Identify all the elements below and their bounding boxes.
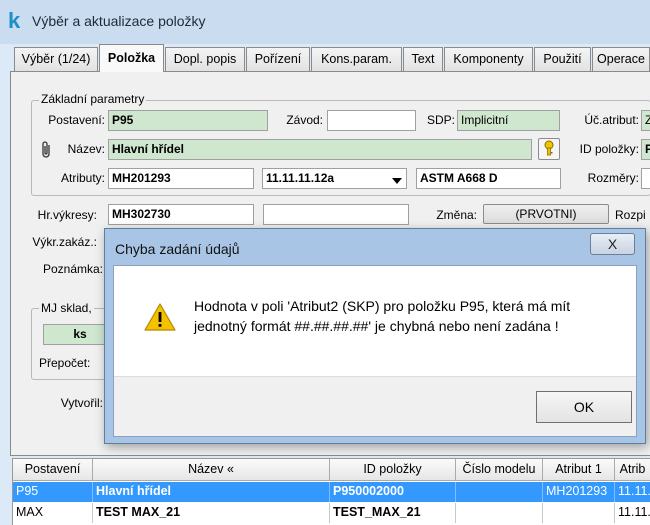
rozmery-field[interactable] [641, 168, 650, 189]
basic-params-title: Základní parametry [39, 92, 147, 106]
dialog-title: Chyba zadání údajů [115, 241, 240, 257]
close-button[interactable]: X [590, 233, 635, 255]
id-polozky-field[interactable]: P [641, 139, 650, 160]
window-title: Výběr a aktualizace položky [32, 13, 206, 29]
ok-button[interactable]: OK [536, 391, 632, 423]
nazev-label: Název: [67, 142, 105, 156]
id-polozky-label: ID položky: [579, 142, 639, 156]
zmena-button[interactable]: (PRVOTNI) [483, 204, 609, 224]
hr-vykresy-field[interactable]: MH302730 [108, 204, 254, 225]
rozmery-label: Rozměry: [587, 171, 639, 185]
column-header-cislo-modelu[interactable]: Číslo modelu [456, 459, 543, 481]
table-cell [456, 503, 543, 523]
tab-kons-param[interactable]: Kons.param. [311, 47, 402, 71]
mj-group-title: MJ sklad, [39, 301, 94, 315]
atribut2-value: 11.11.11.12a [266, 171, 335, 185]
zmena-label: Změna: [436, 208, 477, 222]
table-cell: MH201293 [543, 482, 615, 502]
table-cell: P950002000 [330, 482, 456, 502]
tab-vyber[interactable]: Výběr (1/24) [14, 47, 98, 71]
tab-komponenty[interactable]: Komponenty [444, 47, 533, 71]
table-cell: Hlavní hřídel [93, 482, 330, 502]
column-header-postaveni[interactable]: Postavení [13, 459, 93, 481]
rozpis-label: Rozpi [615, 208, 646, 222]
tab-pouziti[interactable]: Použití [534, 47, 591, 71]
dialog-message-line-1: Hodnota v poli 'Atribut2 (SKP) pro polož… [194, 298, 571, 314]
uc-atribut-field[interactable]: Z [641, 110, 650, 131]
column-header-atribut1[interactable]: Atribut 1 [543, 459, 615, 481]
dialog-body: Hodnota v poli 'Atribut2 (SKP) pro polož… [113, 265, 637, 437]
column-header-atribut2[interactable]: Atrib [615, 459, 650, 481]
table-cell: TEST_MAX_21 [330, 503, 456, 523]
nazev-field[interactable]: Hlavní hřídel [108, 139, 532, 160]
sdp-label: SDP: [426, 113, 455, 127]
table-cell: 11.11. [615, 482, 650, 502]
table-cell: 11.11. [615, 503, 650, 523]
postaveni-field[interactable]: P95 [108, 110, 268, 131]
close-icon: X [607, 236, 618, 252]
sdp-field[interactable]: Implicitní [457, 110, 560, 131]
tab-polozka[interactable]: Položka [99, 44, 164, 72]
postaveni-label: Postavení: [48, 113, 105, 127]
uc-atribut-label: Úč.atribut: [584, 113, 639, 127]
tab-text[interactable]: Text [403, 47, 443, 71]
atribut2-select[interactable]: 11.11.11.12a [262, 168, 407, 189]
dialog-footer: OK [114, 376, 636, 436]
table-cell [456, 482, 543, 502]
table-cell: P95 [13, 482, 93, 502]
key-lookup-icon[interactable] [538, 138, 560, 160]
vykr-zakaz-label: Výkr.zakáz.: [32, 235, 97, 249]
hr-vykresy-field-2[interactable] [263, 204, 409, 225]
table-cell [543, 503, 615, 523]
dialog-message-line-2: jednotný formát ##.##.##.##' je chybná n… [194, 318, 559, 334]
zavod-label: Závod: [286, 113, 323, 127]
tab-operace[interactable]: Operace [592, 47, 650, 71]
table-row[interactable]: P95 Hlavní hřídel P950002000 MH201293 11… [13, 482, 650, 502]
tab-porizeni[interactable]: Pořízení [246, 47, 310, 71]
table-cell: TEST MAX_21 [93, 503, 330, 523]
vytvoril-label: Vytvořil: [60, 396, 103, 410]
error-dialog: Chyba zadání údajů X Hodnota v poli 'Atr… [104, 228, 646, 444]
hr-vykresy-label: Hr.výkresy: [37, 208, 97, 222]
chevron-down-icon[interactable] [392, 174, 402, 188]
table-cell: MAX [13, 503, 93, 523]
items-table: Postavení Název « ID položky Číslo model… [12, 458, 650, 525]
atributy-label: Atributy: [60, 171, 105, 185]
poznamka-label: Poznámka: [42, 262, 103, 276]
attachment-icon[interactable] [41, 141, 53, 162]
atribut1-field[interactable]: MH201293 [108, 168, 254, 189]
column-header-id-polozky[interactable]: ID položky [330, 459, 456, 481]
prepocet-label: Přepočet: [39, 356, 91, 370]
dialog-message: Hodnota v poli 'Atribut2 (SKP) pro polož… [194, 296, 624, 336]
warning-icon [144, 302, 176, 335]
tab-dopl-popis[interactable]: Dopl. popis [165, 47, 245, 71]
atribut3-field[interactable]: ASTM A668 D [416, 168, 561, 189]
table-row[interactable]: MAX TEST MAX_21 TEST_MAX_21 11.11. [13, 503, 650, 523]
column-header-nazev[interactable]: Název « [93, 459, 330, 481]
zavod-field[interactable] [327, 110, 416, 131]
app-icon: k [8, 8, 21, 33]
